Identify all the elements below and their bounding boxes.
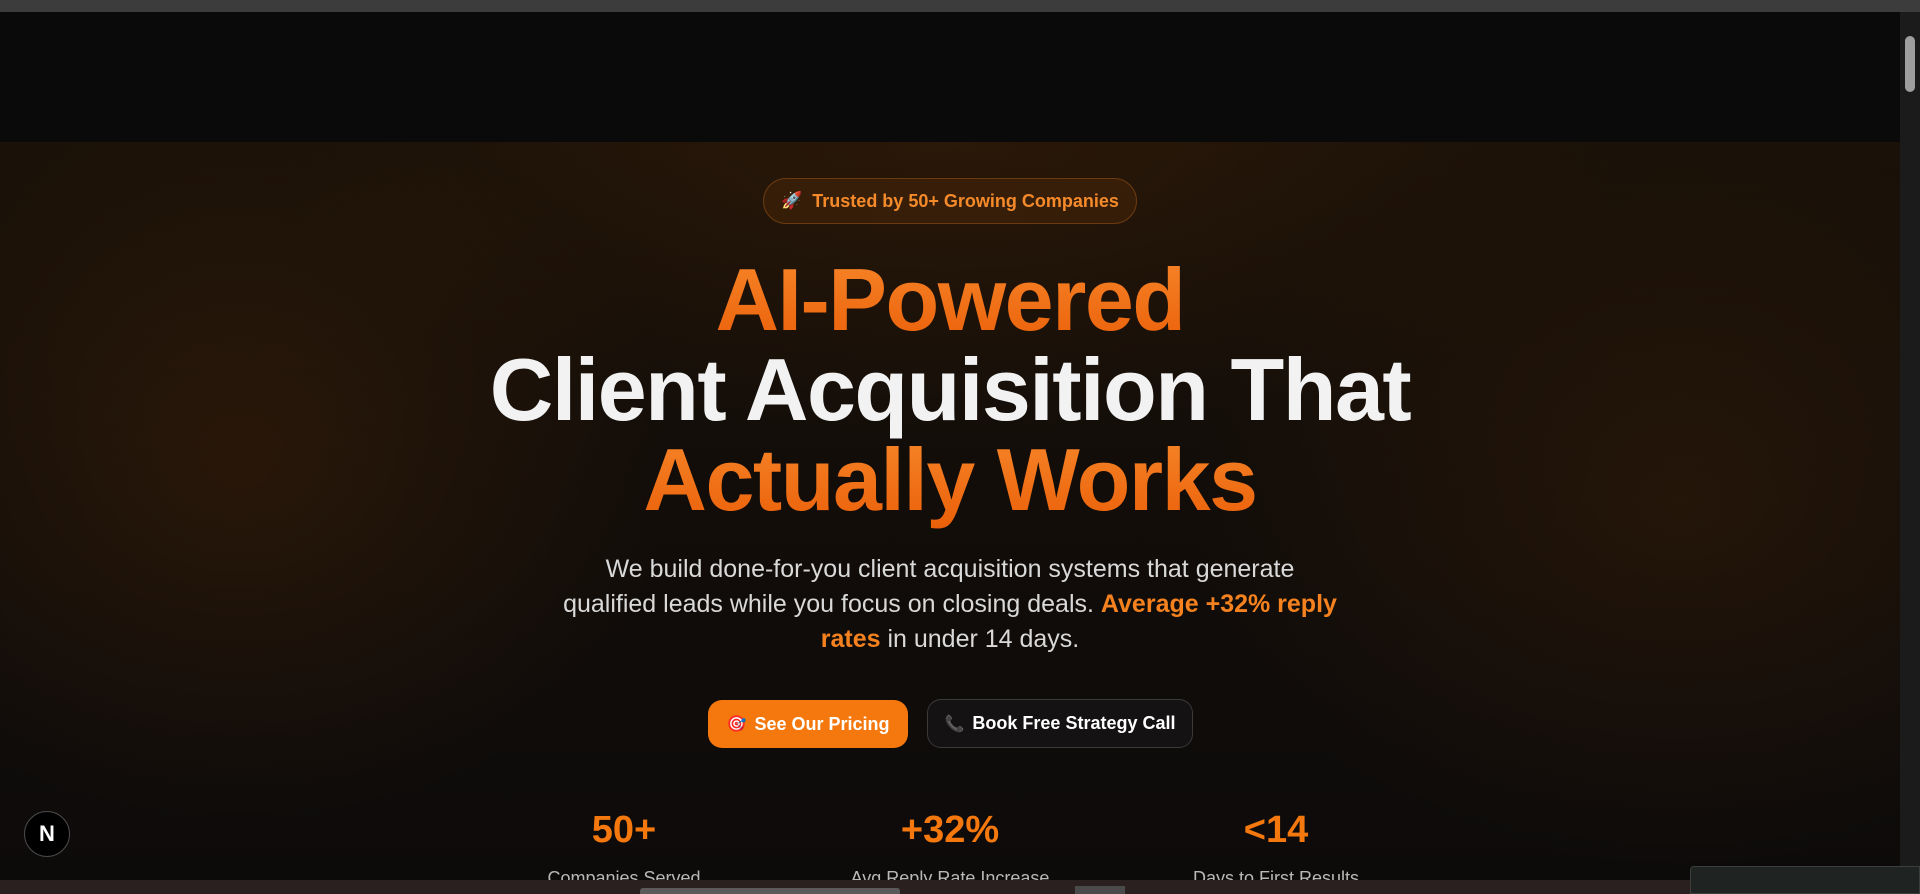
nextjs-icon[interactable]: N xyxy=(24,811,70,857)
target-icon: 🎯 xyxy=(726,716,747,733)
navigation-header xyxy=(0,12,1900,142)
subtext-part-2: in under 14 days. xyxy=(887,625,1080,653)
headline-line-2: Client Acquisition That xyxy=(489,340,1412,439)
stat-days-to-results: <14 Days to First Results xyxy=(1126,808,1426,890)
stat-value: 50+ xyxy=(591,809,657,851)
trust-badge: 🚀 Trusted by 50+ Growing Companies xyxy=(763,178,1137,224)
stat-companies-served: 50+ Companies Served xyxy=(474,808,774,890)
bottom-tab xyxy=(640,888,900,894)
see-pricing-button[interactable]: 🎯 See Our Pricing xyxy=(708,700,908,748)
trust-badge-text: Trusted by 50+ Growing Companies xyxy=(812,190,1119,211)
bottom-tab xyxy=(1075,886,1125,894)
nextjs-letter: N xyxy=(39,821,55,846)
corner-panel xyxy=(1690,866,1920,894)
hero-subtext: We build done-for-you client acquisition… xyxy=(560,552,1340,657)
stat-value: <14 xyxy=(1243,809,1309,851)
browser-top-bar xyxy=(0,0,1920,12)
bottom-bar xyxy=(0,880,1920,894)
book-strategy-call-button[interactable]: 📞 Book Free Strategy Call xyxy=(927,699,1193,748)
scrollbar-thumb[interactable] xyxy=(1905,36,1915,92)
vertical-scrollbar[interactable] xyxy=(1900,12,1920,880)
book-strategy-call-label: Book Free Strategy Call xyxy=(972,713,1176,733)
phone-icon: 📞 xyxy=(944,715,965,733)
rocket-icon: 🚀 xyxy=(781,191,803,210)
see-pricing-label: See Our Pricing xyxy=(754,713,890,734)
stat-value: +32% xyxy=(900,809,1000,851)
stat-reply-rate: +32% Avg Reply Rate Increase xyxy=(800,808,1100,890)
headline-line-1: AI-Powered xyxy=(0,250,1900,350)
headline-line-3: Actually Works xyxy=(0,430,1900,530)
